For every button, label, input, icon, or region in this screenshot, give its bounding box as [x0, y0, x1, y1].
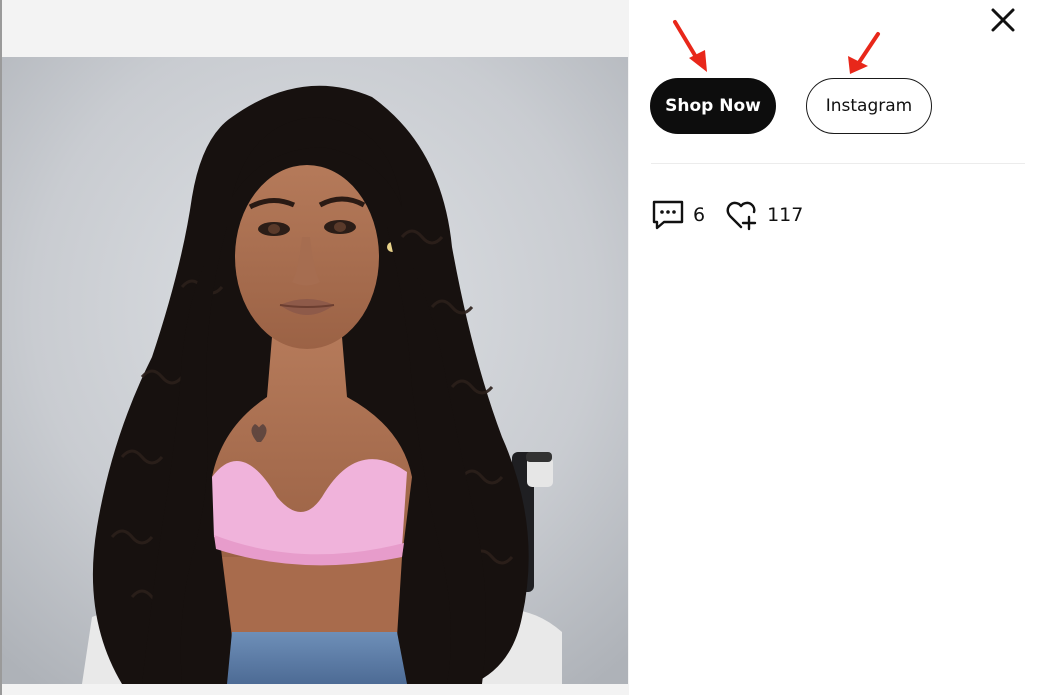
comments-count: 6	[693, 204, 706, 226]
likes-count: 117	[767, 204, 804, 226]
shop-now-button[interactable]: Shop Now	[650, 78, 776, 134]
comment-icon	[652, 200, 684, 230]
heart-plus-icon	[726, 201, 757, 231]
post-photo[interactable]	[2, 57, 628, 684]
instagram-button[interactable]: Instagram	[806, 78, 932, 134]
instagram-label: Instagram	[825, 96, 913, 116]
shop-now-label: Shop Now	[665, 96, 761, 116]
likes-stat[interactable]: 117	[725, 199, 803, 231]
annotation-arrow-instagram	[848, 32, 880, 74]
comments-stat[interactable]: 6	[651, 199, 705, 231]
engagement-stats: 6 117	[651, 198, 803, 232]
post-side-panel: Shop Now Instagram 6 117	[629, 0, 1043, 695]
close-icon	[991, 8, 1015, 32]
section-divider	[651, 163, 1025, 164]
media-pane	[0, 0, 629, 695]
panel-right-gutter	[1025, 0, 1043, 695]
post-viewer-modal: Shop Now Instagram 6 117	[0, 0, 1043, 695]
close-button[interactable]	[989, 6, 1017, 34]
annotation-arrow-shop	[673, 20, 707, 72]
